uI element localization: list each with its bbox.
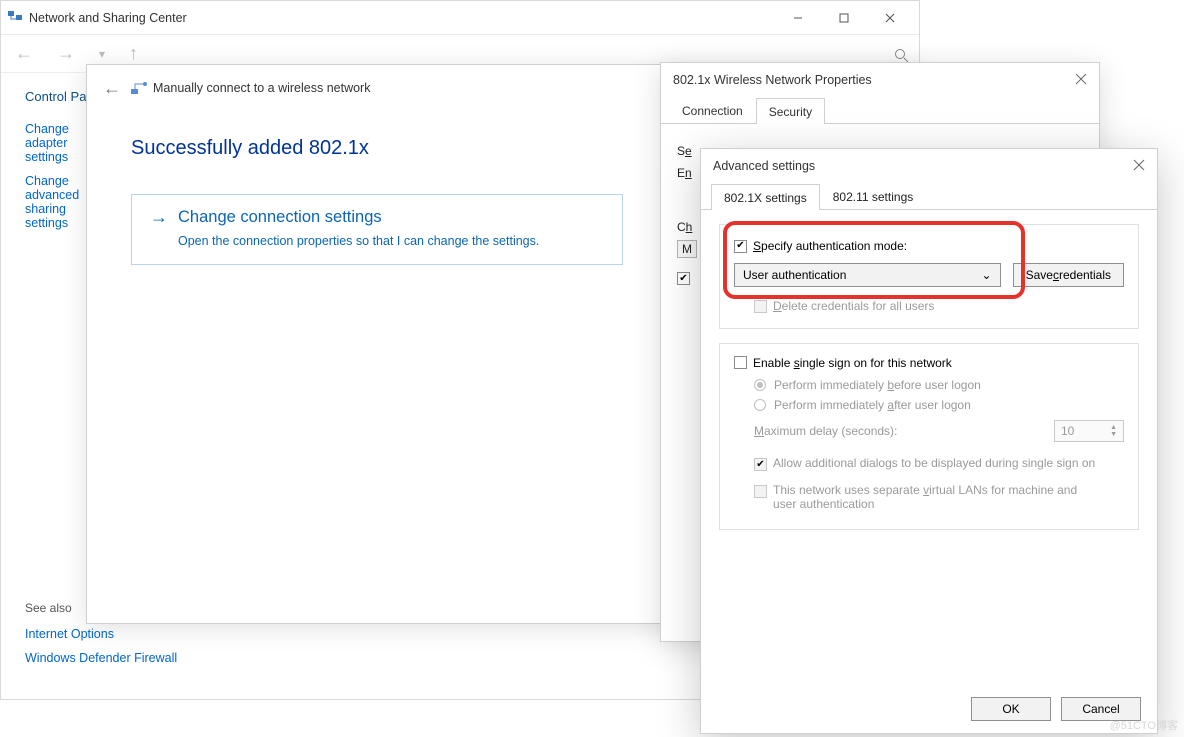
change-connection-settings-option[interactable]: → Change connection settings Open the co… bbox=[131, 194, 623, 265]
sso-before-radio: Perform immediately before user logon bbox=[754, 378, 1124, 392]
checkbox-icon bbox=[754, 458, 767, 471]
radio-icon bbox=[754, 379, 766, 391]
tab-8021x[interactable]: 802.1X settings bbox=[711, 184, 820, 210]
adv-tabs: 802.1X settings 802.11 settings bbox=[701, 183, 1157, 210]
option-subtitle: Open the connection properties so that I… bbox=[178, 234, 604, 248]
ns-title: Network and Sharing Center bbox=[29, 11, 775, 25]
close-button[interactable] bbox=[867, 3, 913, 33]
option-title: Change connection settings bbox=[178, 208, 382, 227]
ok-button[interactable]: OK bbox=[971, 697, 1051, 721]
sso-group: Enable single sign on for this network P… bbox=[719, 343, 1139, 531]
enable-sso-checkbox[interactable]: Enable single sign on for this network bbox=[734, 356, 952, 370]
auth-mode-group: Specify authentication mode: User authen… bbox=[719, 224, 1139, 329]
advanced-settings-window: Advanced settings 802.1X settings 802.11… bbox=[700, 148, 1158, 734]
save-credentials-button[interactable]: Save credentials bbox=[1013, 263, 1124, 287]
ns-titlebar: Network and Sharing Center bbox=[1, 1, 919, 35]
checkbox-icon bbox=[754, 300, 767, 313]
checkbox-icon bbox=[754, 485, 767, 498]
allow-dialogs-checkbox: Allow additional dialogs to be displayed… bbox=[754, 456, 1095, 471]
internet-options-link[interactable]: Internet Options bbox=[25, 627, 177, 641]
auth-method-select[interactable]: M bbox=[677, 240, 697, 258]
specify-auth-mode-checkbox[interactable]: Specify authentication mode: bbox=[734, 239, 907, 253]
separate-vlan-checkbox: This network uses separate virtual LANs … bbox=[754, 483, 1103, 511]
watermark: @51CTO博客 bbox=[1110, 717, 1178, 733]
sso-after-radio: Perform immediately after user logon bbox=[754, 398, 1124, 412]
radio-icon bbox=[754, 399, 766, 411]
close-icon[interactable] bbox=[1075, 73, 1087, 88]
wizard-back-icon[interactable]: ← bbox=[95, 78, 129, 99]
spin-down-icon: ▼ bbox=[1110, 431, 1117, 438]
max-delay-value: 10 bbox=[1061, 424, 1074, 438]
minimize-button[interactable] bbox=[775, 3, 821, 33]
checkbox-icon bbox=[734, 240, 747, 253]
nav-forward-icon[interactable]: → bbox=[51, 43, 81, 64]
props-title: 802.1x Wireless Network Properties bbox=[673, 73, 872, 87]
remember-checkbox[interactable] bbox=[677, 272, 690, 285]
nav-back-icon[interactable]: ← bbox=[9, 43, 39, 64]
ns-app-icon bbox=[7, 8, 23, 27]
wizard-icon bbox=[129, 78, 147, 99]
wizard-title: Manually connect to a wireless network bbox=[153, 81, 370, 95]
nav-up-icon[interactable]: ↑ bbox=[123, 43, 144, 64]
props-tabs: Connection Security bbox=[661, 97, 1099, 124]
delete-credentials-checkbox: Delete credentials for all users bbox=[754, 299, 934, 313]
auth-mode-select[interactable]: User authentication ⌄ bbox=[734, 263, 1001, 287]
chevron-down-icon: ⌄ bbox=[982, 268, 992, 282]
checkbox-icon bbox=[734, 356, 747, 369]
auth-mode-value: User authentication bbox=[743, 268, 846, 282]
adv-title: Advanced settings bbox=[713, 159, 815, 173]
spin-up-icon: ▲ bbox=[1110, 424, 1117, 431]
close-icon[interactable] bbox=[1133, 159, 1145, 174]
maximize-button[interactable] bbox=[821, 3, 867, 33]
tab-connection[interactable]: Connection bbox=[669, 97, 756, 123]
nav-down-icon[interactable]: ▾ bbox=[93, 47, 111, 61]
max-delay-label: Maximum delay (seconds): bbox=[754, 424, 897, 438]
max-delay-spinner: 10 ▲▼ bbox=[1054, 420, 1124, 442]
tab-80211[interactable]: 802.11 settings bbox=[820, 183, 927, 209]
tab-security[interactable]: Security bbox=[756, 98, 825, 124]
arrow-right-icon: → bbox=[150, 207, 168, 228]
defender-firewall-link[interactable]: Windows Defender Firewall bbox=[25, 651, 177, 665]
